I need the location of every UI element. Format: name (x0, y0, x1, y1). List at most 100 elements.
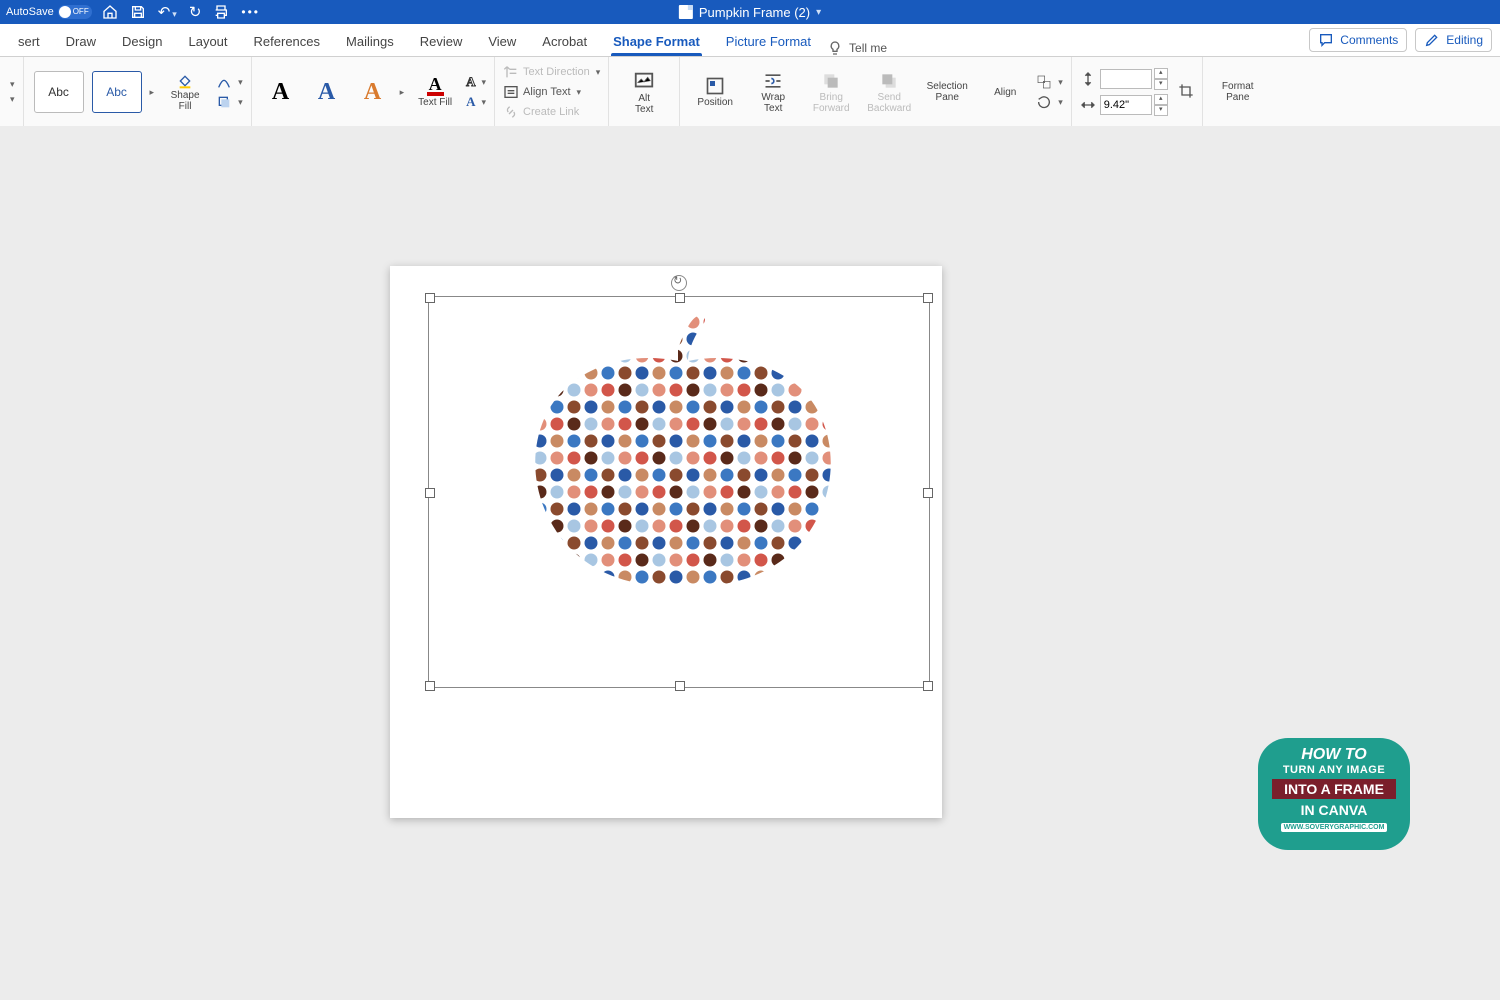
document-title[interactable]: Pumpkin Frame (2) (699, 5, 810, 20)
redo-icon[interactable]: ↻ (189, 3, 202, 21)
crop-icon[interactable] (1178, 83, 1194, 102)
tab-picture-format[interactable]: Picture Format (716, 28, 821, 56)
gallery-more-icon[interactable]: ▸ (150, 87, 155, 98)
shape-effects-button[interactable]: ▾ (216, 94, 243, 110)
tab-strip: sert Draw Design Layout References Maili… (0, 24, 1500, 57)
tab-draw[interactable]: Draw (56, 28, 106, 56)
send-backward-button: Send Backward (862, 69, 916, 116)
wordart-style-3[interactable]: A (352, 72, 394, 112)
position-icon (705, 76, 725, 96)
document-icon (679, 5, 693, 19)
align-text-icon (503, 84, 519, 100)
toggle-icon: OFF (58, 5, 92, 19)
format-pane-button[interactable]: Format Pane (1211, 79, 1265, 105)
resize-handle[interactable] (923, 681, 933, 691)
bring-forward-button: Bring Forward (804, 69, 858, 116)
selection-box[interactable] (428, 296, 930, 688)
shape-insert-group: ▾ ▾ (0, 57, 24, 127)
save-icon[interactable] (130, 4, 146, 20)
comments-button[interactable]: Comments (1309, 28, 1407, 52)
format-pane-group: Format Pane (1203, 57, 1273, 127)
tab-mailings[interactable]: Mailings (336, 28, 404, 56)
title-bar: AutoSave OFF ↶▾ ↻ ••• Pumpkin Frame (2) … (0, 0, 1500, 24)
tab-review[interactable]: Review (410, 28, 473, 56)
width-field[interactable]: ▴▾ (1080, 94, 1168, 116)
text-group: Text Direction▾ Align Text▾ Create Link (495, 57, 609, 127)
resize-handle[interactable] (923, 293, 933, 303)
autosave-label: AutoSave (6, 6, 54, 18)
resize-handle[interactable] (425, 293, 435, 303)
tab-design[interactable]: Design (112, 28, 172, 56)
resize-handle[interactable] (425, 488, 435, 498)
rotate-handle-icon[interactable] (671, 275, 687, 291)
resize-handle[interactable] (425, 681, 435, 691)
accessibility-group: Alt Text (609, 57, 680, 127)
chevron-down-icon[interactable]: ▾ (10, 94, 15, 105)
selection-pane-button[interactable]: Selection Pane (920, 79, 974, 105)
shape-outline-button[interactable]: ▾ (216, 74, 243, 90)
pencil-icon (1424, 32, 1440, 48)
tab-references[interactable]: References (244, 28, 330, 56)
alt-text-icon (633, 70, 655, 92)
editing-button[interactable]: Editing (1415, 28, 1492, 52)
shape-styles-group: Abc Abc Abc ▸ Shape Fill ▾ ▾ (24, 57, 252, 127)
width-input[interactable] (1100, 95, 1152, 115)
tab-layout[interactable]: Layout (178, 28, 237, 56)
text-fill-button[interactable]: A Text Fill (408, 74, 462, 110)
comment-icon (1318, 32, 1334, 48)
autosave-toggle[interactable]: AutoSave OFF (6, 5, 92, 19)
align-button[interactable]: Align (978, 85, 1032, 100)
tab-shape-format[interactable]: Shape Format (603, 28, 710, 56)
stepper-up-icon[interactable]: ▴ (1154, 68, 1168, 79)
bucket-icon (177, 73, 193, 89)
undo-icon[interactable]: ↶▾ (158, 3, 177, 21)
effects-icon (216, 94, 232, 110)
resize-handle[interactable] (923, 488, 933, 498)
send-backward-icon (879, 71, 899, 91)
tab-acrobat[interactable]: Acrobat (532, 28, 597, 56)
tab-insert[interactable]: sert (8, 28, 50, 56)
resize-handle[interactable] (675, 681, 685, 691)
wordart-style-2[interactable]: A (306, 72, 348, 112)
rotate-button[interactable]: ▾ (1036, 94, 1063, 110)
rotate-icon (1036, 94, 1052, 110)
print-icon[interactable] (213, 4, 229, 20)
group-button[interactable]: ▾ (1036, 74, 1063, 90)
create-link-button: Create Link (503, 104, 579, 120)
width-icon (1080, 97, 1096, 113)
link-icon (503, 104, 519, 120)
watermark-badge: HOW TO TURN ANY IMAGE INTO A FRAME IN CA… (1258, 738, 1410, 850)
wordart-style-1[interactable]: A (260, 72, 302, 112)
bulb-icon (827, 40, 843, 56)
position-button[interactable]: Position (688, 74, 742, 110)
wrap-text-button[interactable]: Wrap Text (746, 69, 800, 116)
text-effects-button[interactable]: A▾ (466, 94, 486, 110)
chevron-down-icon[interactable]: ▾ (10, 79, 15, 90)
stepper-up-icon[interactable]: ▴ (1154, 94, 1168, 105)
bring-forward-icon (821, 71, 841, 91)
size-group: ▴▾ ▴▾ (1072, 57, 1203, 127)
stepper-down-icon[interactable]: ▾ (1154, 105, 1168, 116)
height-input[interactable] (1100, 69, 1152, 89)
more-icon[interactable]: ••• (241, 5, 260, 19)
gallery-more-icon[interactable]: ▸ (400, 87, 405, 98)
tab-view[interactable]: View (478, 28, 526, 56)
align-text-button[interactable]: Align Text▾ (503, 84, 581, 100)
arrange-group: Position Wrap Text Bring Forward Send Ba… (680, 57, 1072, 127)
document-canvas[interactable]: HOW TO TURN ANY IMAGE INTO A FRAME IN CA… (0, 126, 1500, 1000)
shape-fill-button[interactable]: Shape Fill (158, 71, 212, 114)
chevron-down-icon[interactable]: ▾ (816, 7, 821, 18)
outline-icon (216, 74, 232, 90)
resize-handle[interactable] (675, 293, 685, 303)
height-icon (1080, 71, 1096, 87)
ribbon: ▾ ▾ Abc Abc Abc ▸ Shape Fill ▾ ▾ A A A ▸… (0, 57, 1500, 128)
height-field[interactable]: ▴▾ (1080, 68, 1168, 90)
home-icon[interactable] (102, 4, 118, 20)
text-direction-button: Text Direction▾ (503, 64, 600, 80)
shape-style-2[interactable]: Abc (92, 71, 142, 113)
stepper-down-icon[interactable]: ▾ (1154, 79, 1168, 90)
tell-me[interactable]: Tell me (827, 40, 887, 56)
shape-style-1[interactable]: Abc (34, 71, 84, 113)
text-outline-button[interactable]: A▾ (466, 74, 486, 90)
alt-text-button[interactable]: Alt Text (617, 68, 671, 117)
